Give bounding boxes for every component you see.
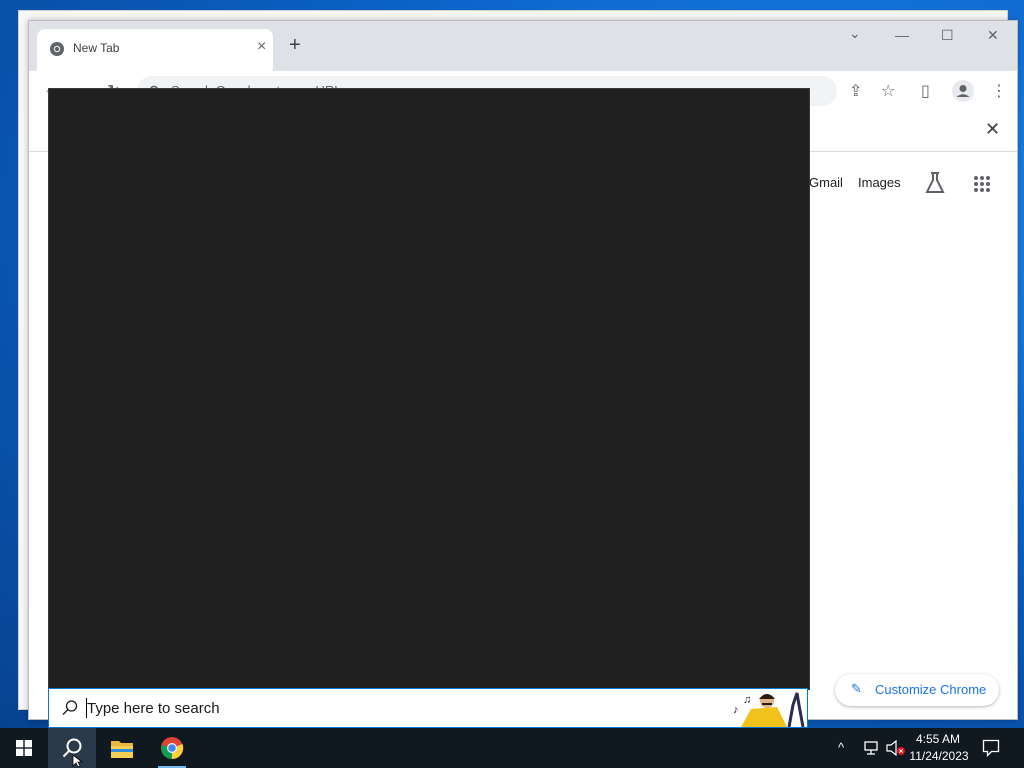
- minimize-button[interactable]: —: [895, 27, 909, 43]
- tab-title: New Tab: [73, 41, 120, 55]
- clock-time[interactable]: 4:55 AM: [908, 732, 968, 746]
- svg-text:♫: ♫: [743, 694, 751, 706]
- customize-chrome-button[interactable]: ✎ Customize Chrome: [835, 674, 999, 706]
- chrome-icon: [161, 737, 184, 760]
- search-highlight-doodle-icon: ♪ ♫: [733, 692, 805, 727]
- pencil-icon: ✎: [851, 681, 862, 696]
- customize-chrome-label: Customize Chrome: [875, 682, 987, 697]
- images-link[interactable]: Images: [858, 175, 901, 190]
- svg-text:♪: ♪: [733, 704, 739, 716]
- action-center-icon[interactable]: [982, 739, 1000, 757]
- taskbar-search-button[interactable]: [48, 728, 96, 768]
- tab-new-tab[interactable]: New Tab ×: [37, 29, 273, 71]
- folder-icon: [111, 741, 133, 758]
- close-window-button[interactable]: ✕: [987, 27, 999, 44]
- volume-muted-icon[interactable]: [886, 740, 906, 756]
- search-placeholder: Type here to search: [87, 700, 220, 717]
- menu-kebab-icon[interactable]: ⋮: [991, 81, 1007, 101]
- infobar-close-icon[interactable]: ✕: [985, 119, 1000, 140]
- show-hidden-icons-chevron-icon[interactable]: ^: [838, 740, 844, 755]
- clock-date[interactable]: 11/24/2023: [906, 749, 972, 763]
- share-icon[interactable]: ⇪: [849, 81, 862, 101]
- start-button[interactable]: [0, 728, 48, 768]
- taskbar: ^ 4:55 AM 11/24/2023: [0, 728, 1024, 768]
- side-panel-icon[interactable]: ▯: [921, 81, 930, 101]
- start-search-panel: [48, 88, 810, 690]
- apps-grid-icon[interactable]: [973, 175, 991, 193]
- tab-strip: New Tab × + ⌄ — ☐ ✕: [29, 21, 1017, 71]
- labs-flask-icon[interactable]: [924, 171, 946, 195]
- tab-search-icon[interactable]: ⌄: [849, 25, 861, 42]
- gmail-link[interactable]: Gmail: [809, 175, 843, 190]
- maximize-button[interactable]: ☐: [941, 27, 954, 44]
- network-icon[interactable]: [862, 740, 880, 756]
- chrome-icon: [50, 42, 64, 56]
- taskbar-file-explorer[interactable]: [98, 728, 146, 768]
- windows-logo-icon: [16, 740, 32, 756]
- mouse-cursor-icon: [72, 754, 84, 768]
- new-tab-button[interactable]: +: [289, 35, 301, 55]
- taskbar-chrome[interactable]: [148, 728, 196, 768]
- taskbar-search-box[interactable]: Type here to search ♪ ♫: [48, 688, 808, 728]
- bookmark-star-icon[interactable]: ☆: [881, 81, 895, 101]
- search-icon: [62, 700, 78, 715]
- tab-close-icon[interactable]: ×: [257, 39, 266, 55]
- profile-avatar-icon[interactable]: [951, 79, 975, 103]
